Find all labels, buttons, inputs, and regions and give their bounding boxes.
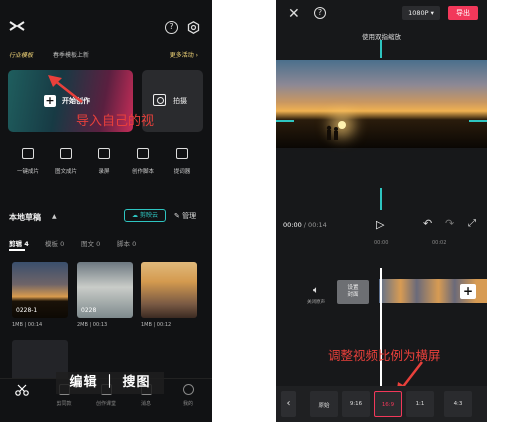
settings-icon[interactable] — [187, 21, 200, 34]
redo-icon[interactable]: ↷ — [445, 217, 454, 230]
profile-icon — [182, 384, 194, 395]
guide-right — [469, 120, 487, 122]
aspect-ratio-bar: ‹ 原始 9:16 16:9 1:1 4:3 — [276, 386, 487, 422]
help-icon[interactable]: ? — [314, 7, 326, 19]
ratio-label: 16:9 — [381, 402, 395, 408]
image-text-icon — [60, 148, 72, 159]
tool-teleprompter[interactable]: 提词器 — [163, 148, 201, 175]
draft-meta: 1MB | 00:14 — [12, 322, 43, 328]
time-readout: 00:00 / 00:14 — [283, 221, 327, 229]
home-screen: ? 行业模板 春季模板上新 更多活动 › + 开始创作 拍摄 导入自己的视 一键… — [0, 0, 212, 422]
tab-underline — [9, 249, 25, 251]
tool-label: 提词器 — [173, 169, 191, 175]
top-bar: ? — [0, 0, 212, 44]
zoom-hint: 使用双指缩放 — [362, 33, 401, 41]
drafts-title: 本地草稿 — [9, 213, 41, 222]
tab-script[interactable]: 脚本 0 — [117, 238, 136, 248]
tool-label: 一键成片 — [16, 169, 39, 175]
close-icon[interactable]: ✕ — [288, 6, 300, 22]
ruler-tick: 00:02 — [432, 240, 447, 246]
nav-label: 消息 — [140, 401, 151, 407]
resolution-dropdown[interactable]: 1080P ▾ — [402, 6, 440, 20]
draft-thumbnail[interactable] — [141, 262, 197, 318]
ratio-4-3[interactable]: 4:3 — [444, 391, 472, 417]
center-guide-top — [380, 40, 382, 58]
overlay-caption: 编辑 ｜ 搜图 — [56, 372, 164, 394]
ratio-16-9[interactable]: 16:9 — [374, 391, 402, 417]
time-total: / 00:14 — [301, 221, 327, 229]
center-guide-bottom — [380, 188, 382, 210]
promo-banner[interactable]: 行业模板 春季模板上新 更多活动 › — [0, 44, 212, 66]
guide-left — [276, 120, 294, 122]
tab-template[interactable]: 模板 0 — [45, 238, 64, 248]
draft-name: 0228 — [81, 307, 97, 314]
set-cover-button[interactable]: 设置 封面 — [337, 280, 369, 304]
tools-row: 一键成片 图文成片 录屏 创作脚本 提词器 — [0, 148, 212, 182]
tool-one-click[interactable]: 一键成片 — [9, 148, 47, 175]
script-icon — [137, 148, 149, 159]
tool-label: 创作脚本 — [131, 169, 154, 175]
fullscreen-icon[interactable]: ⤢ — [468, 218, 476, 229]
manage-button[interactable]: ✎ 管理 — [174, 211, 196, 221]
video-preview[interactable] — [276, 60, 487, 148]
couple-silhouette — [326, 125, 338, 140]
shoot-label: 拍摄 — [173, 97, 187, 105]
undo-icon[interactable]: ↶ — [423, 217, 432, 230]
plus-icon: + — [44, 94, 56, 107]
ratio-label: 4:3 — [453, 401, 463, 407]
annotation-import: 导入自己的视 — [76, 114, 155, 129]
tool-screen-record[interactable]: 录屏 — [85, 148, 123, 175]
ratio-original[interactable]: 原始 — [310, 391, 338, 417]
annotation-ratio: 调整视频比例为横屏 — [328, 348, 441, 363]
tool-label: 录屏 — [98, 169, 110, 175]
tab-image-text[interactable]: 图文 0 — [81, 238, 100, 248]
promo-tag: 行业模板 — [9, 52, 34, 59]
ratio-label: 原始 — [318, 403, 330, 409]
promo-more-link[interactable]: 更多活动 › — [170, 50, 198, 59]
draft-meta: 1MB | 00:12 — [141, 322, 172, 328]
help-icon[interactable]: ? — [165, 21, 178, 34]
draft-thumbnail[interactable]: 0228 — [77, 262, 133, 318]
play-icon[interactable]: ▷ — [376, 218, 384, 231]
ratio-1-1[interactable]: 1:1 — [406, 391, 434, 417]
export-button[interactable]: 导出 — [448, 6, 478, 20]
mute-label: 关闭原声 — [307, 300, 325, 305]
cloud-button[interactable]: ☁ 剪映云 — [124, 209, 166, 222]
nav-label: 剪同款 — [56, 401, 72, 407]
editor-screen: ✕ ? 1080P ▾ 导出 使用双指缩放 00:00 / 00:14 ▷ ↶ … — [276, 0, 487, 422]
speaker-icon: 🔈︎ — [313, 285, 319, 296]
ratio-9-16[interactable]: 9:16 — [342, 391, 370, 417]
draft-name: 0228-1 — [16, 307, 38, 314]
tool-text-to-video[interactable]: 图文成片 — [47, 148, 85, 175]
add-clip-button[interactable]: + — [460, 284, 476, 299]
playhead[interactable] — [380, 268, 382, 398]
screenshot-root: ? 行业模板 春季模板上新 更多活动 › + 开始创作 拍摄 导入自己的视 一键… — [0, 0, 522, 422]
film-icon — [22, 148, 34, 159]
ratio-label: 9:16 — [349, 401, 363, 407]
chevron-left-icon[interactable]: ‹ — [281, 391, 296, 417]
start-create-label: 开始创作 — [62, 97, 90, 105]
draft-meta: 2MB | 00:13 — [77, 322, 108, 328]
draft-tabs: 剪辑 4 模板 0 图文 0 脚本 0 — [9, 238, 209, 251]
capcut-logo-icon — [9, 21, 25, 31]
record-icon — [98, 148, 110, 159]
camera-icon — [153, 94, 166, 106]
draft-thumbnail[interactable]: 0228-1 — [12, 262, 68, 318]
promo-text: 春季模板上新 — [53, 52, 90, 59]
tab-edit[interactable]: 剪辑 4 — [9, 238, 29, 248]
tool-label: 图文成片 — [54, 169, 77, 175]
time-current: 00:00 — [283, 221, 302, 229]
tool-script[interactable]: 创作脚本 — [124, 148, 162, 175]
nav-profile[interactable]: 我的 — [168, 384, 208, 407]
nav-label: 我的 — [182, 401, 193, 407]
scissors-icon — [15, 384, 29, 396]
chevron-up-icon[interactable]: ▲ — [52, 213, 57, 220]
nav-edit[interactable] — [2, 384, 42, 396]
nav-label: 创作课堂 — [95, 401, 116, 407]
mute-toggle[interactable]: 🔈︎ 关闭原声 — [304, 285, 328, 305]
ruler-tick: 00:00 — [374, 240, 389, 246]
ratio-label: 1:1 — [415, 401, 425, 407]
teleprompter-icon — [176, 148, 188, 159]
